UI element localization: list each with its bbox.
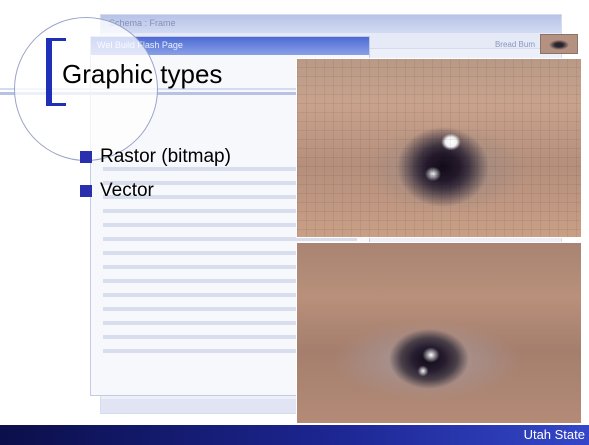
slide: Schema : Frame Wel Build Flash Page Brea… [0,0,589,445]
smooth-eye-photo [296,242,582,424]
footer-bar: Utah State [0,425,589,445]
pixelated-eye-photo [296,58,582,238]
bullet-text: Rastor (bitmap) [100,146,231,167]
background-link-text: Bread Bum [494,40,535,49]
bullet-list: Rastor (bitmap) Vector [80,140,231,208]
footer-text: Utah State [523,427,585,442]
bullet-item-vector: Vector [80,174,231,208]
background-window-titlebar: Schema : Frame [101,15,561,33]
bullet-item-raster: Rastor (bitmap) [80,140,231,174]
square-bullet-icon [80,185,92,197]
thumbnail-eye-image [540,34,578,54]
bullet-text: Vector [100,180,154,201]
square-bullet-icon [80,151,92,163]
slide-title: Graphic types [62,59,223,89]
